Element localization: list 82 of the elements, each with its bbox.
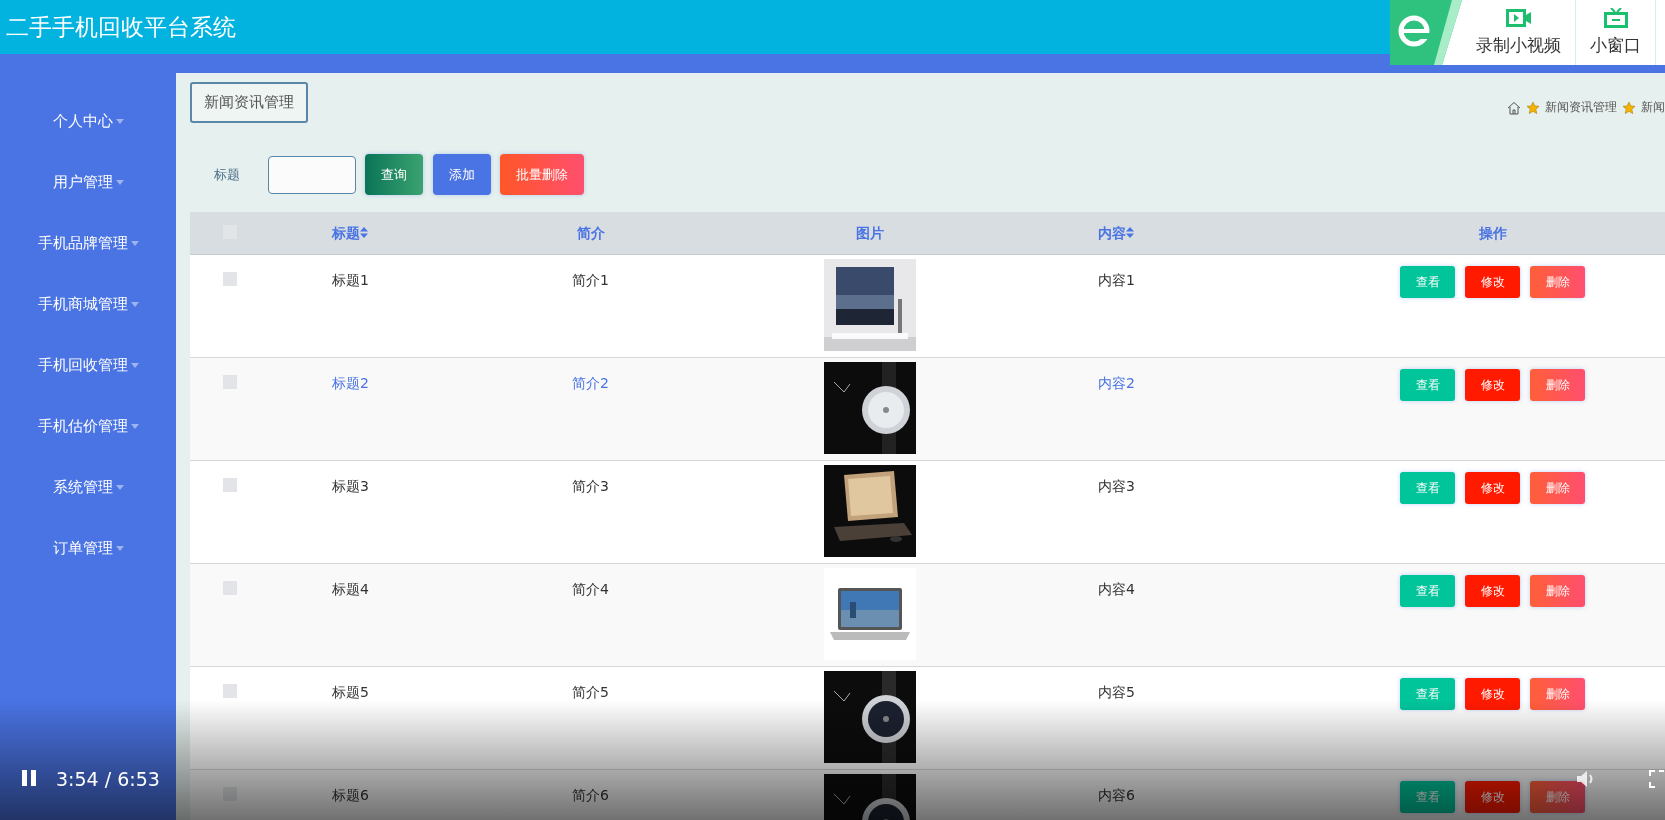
caret-icon	[115, 180, 124, 185]
delete-button[interactable]: 删除	[1530, 575, 1585, 607]
search-button[interactable]: 查询	[365, 154, 423, 195]
sidebar-item[interactable]: 手机估价管理	[0, 396, 176, 457]
star-icon	[1526, 100, 1540, 115]
breadcrumb-link[interactable]: 新闻资讯管理	[1545, 99, 1617, 116]
tv-icon	[1602, 8, 1629, 28]
table-cell: 内容5	[1098, 684, 1135, 700]
add-button[interactable]: 添加	[433, 154, 491, 195]
column-header: 图片	[856, 225, 884, 241]
caret-icon	[130, 363, 139, 368]
star-icon	[1622, 100, 1636, 115]
table-cell: 简介1	[572, 272, 609, 288]
view-button[interactable]: 查看	[1400, 472, 1455, 504]
table-cell: 内容1	[1098, 272, 1135, 288]
row-checkbox[interactable]	[223, 684, 237, 698]
delete-button[interactable]: 删除	[1530, 369, 1585, 401]
sidebar-item[interactable]: 手机回收管理	[0, 335, 176, 396]
table-cell: 简介4	[572, 581, 609, 597]
sidebar-item[interactable]: 手机品牌管理	[0, 213, 176, 274]
breadcrumb-link[interactable]: 新闻	[1641, 99, 1665, 116]
caret-icon	[115, 119, 124, 124]
sort-icon[interactable]	[360, 227, 368, 238]
edit-button[interactable]: 修改	[1465, 472, 1520, 504]
page-tab[interactable]: 新闻资讯管理	[190, 82, 308, 123]
sidebar-item[interactable]: 用户管理	[0, 152, 176, 213]
table-cell: 标题6	[332, 787, 369, 803]
view-button[interactable]: 查看	[1400, 678, 1455, 710]
delete-button[interactable]: 删除	[1530, 781, 1585, 813]
table-cell: 内容3	[1098, 478, 1135, 494]
table-cell: 简介6	[572, 787, 609, 803]
table-cell: 内容6	[1098, 787, 1135, 803]
record-video-button[interactable]: 录制小视频	[1462, 0, 1576, 65]
caret-icon	[115, 546, 124, 551]
view-button[interactable]: 查看	[1400, 369, 1455, 401]
delete-button[interactable]: 删除	[1530, 678, 1585, 710]
table-cell: 内容2	[1098, 375, 1135, 391]
table-cell: 简介5	[572, 684, 609, 700]
title-search-field[interactable]	[268, 155, 356, 194]
row-checkbox[interactable]	[223, 478, 237, 492]
caret-icon	[130, 302, 139, 307]
edit-button[interactable]: 修改	[1465, 781, 1520, 813]
delete-button[interactable]: 批量删除	[500, 154, 584, 195]
column-header[interactable]: 标题	[332, 225, 368, 241]
video-camera-icon	[1505, 8, 1532, 28]
sidebar-item[interactable]: 手机商城管理	[0, 274, 176, 335]
caret-icon	[115, 485, 124, 490]
table-cell: 简介3	[572, 478, 609, 494]
caret-icon	[130, 424, 139, 429]
sidebar-item[interactable]: 个人中心	[0, 91, 176, 152]
app-title: 二手手机回收平台系统	[5, 12, 236, 42]
table-cell: 标题3	[332, 478, 369, 494]
view-button[interactable]: 查看	[1400, 575, 1455, 607]
delete-button[interactable]: 删除	[1530, 472, 1585, 504]
home-icon[interactable]	[1507, 100, 1521, 115]
row-checkbox[interactable]	[223, 272, 237, 286]
row-checkbox[interactable]	[223, 787, 237, 801]
edit-button[interactable]: 修改	[1465, 369, 1520, 401]
fullscreen-icon[interactable]	[1649, 770, 1665, 788]
edit-button[interactable]: 修改	[1465, 575, 1520, 607]
caret-icon	[130, 241, 139, 246]
table-cell: 内容4	[1098, 581, 1135, 597]
delete-button[interactable]: 删除	[1530, 266, 1585, 298]
table-cell: 简介2	[572, 375, 609, 391]
edit-button[interactable]: 修改	[1465, 678, 1520, 710]
table-cell: 标题5	[332, 684, 369, 700]
mini-window-button[interactable]: 小窗口	[1576, 0, 1656, 65]
column-header: 操作	[1478, 225, 1507, 241]
table-cell: 标题2	[332, 375, 369, 391]
pause-button[interactable]	[20, 769, 38, 787]
playback-time: 3:54 / 6:53	[56, 768, 160, 790]
search-label: 标题	[214, 165, 240, 184]
view-button[interactable]: 查看	[1400, 781, 1455, 813]
column-header[interactable]: 内容	[1098, 225, 1134, 241]
edit-button[interactable]: 修改	[1465, 266, 1520, 298]
column-header: 简介	[577, 225, 605, 241]
view-button[interactable]: 查看	[1400, 266, 1455, 298]
sidebar-item[interactable]: 订单管理	[0, 518, 176, 579]
table-cell: 标题4	[332, 581, 369, 597]
sidebar-item[interactable]: 系统管理	[0, 457, 176, 518]
table-cell: 标题1	[332, 272, 369, 288]
sort-icon[interactable]	[1126, 227, 1134, 238]
